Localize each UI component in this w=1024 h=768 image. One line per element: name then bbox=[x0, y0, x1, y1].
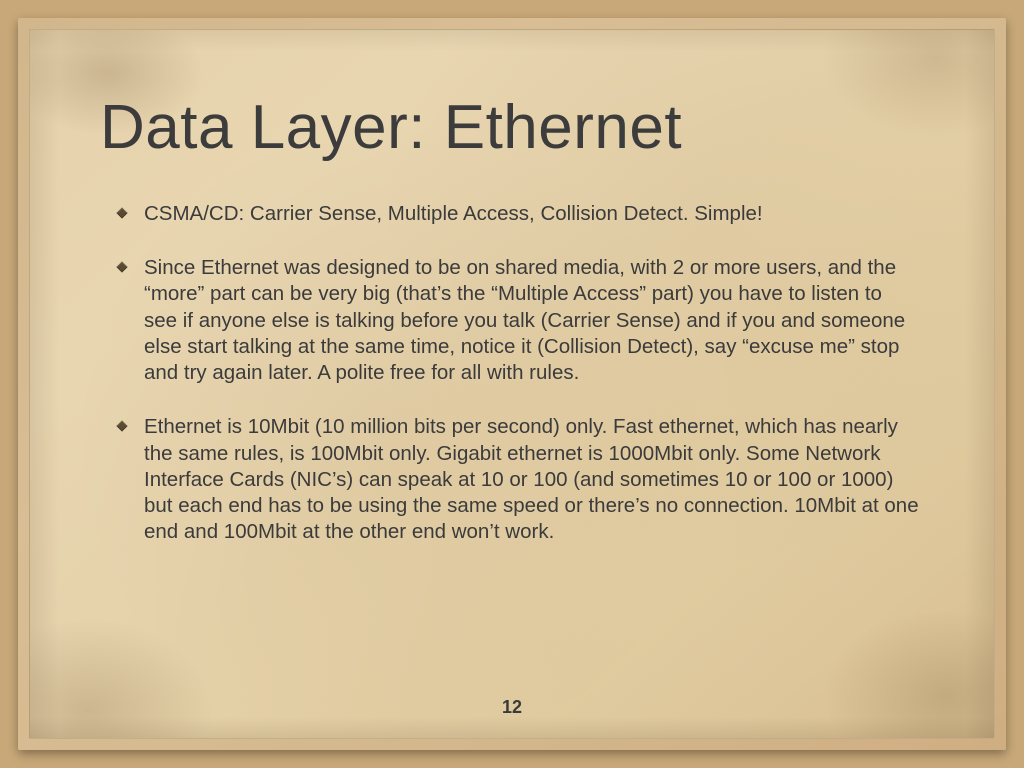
slide-paper: Data Layer: Ethernet CSMA/CD: Carrier Se… bbox=[29, 29, 995, 739]
list-item: Ethernet is 10Mbit (10 million bits per … bbox=[144, 414, 924, 545]
page-number: 12 bbox=[30, 697, 994, 718]
slide-outer-frame: Data Layer: Ethernet CSMA/CD: Carrier Se… bbox=[18, 18, 1006, 750]
list-item: CSMA/CD: Carrier Sense, Multiple Access,… bbox=[144, 201, 924, 227]
slide-content: Data Layer: Ethernet CSMA/CD: Carrier Se… bbox=[30, 30, 994, 546]
list-item: Since Ethernet was designed to be on sha… bbox=[144, 255, 924, 386]
slide-title: Data Layer: Ethernet bbox=[100, 92, 924, 163]
bullet-list: CSMA/CD: Carrier Sense, Multiple Access,… bbox=[100, 201, 924, 546]
